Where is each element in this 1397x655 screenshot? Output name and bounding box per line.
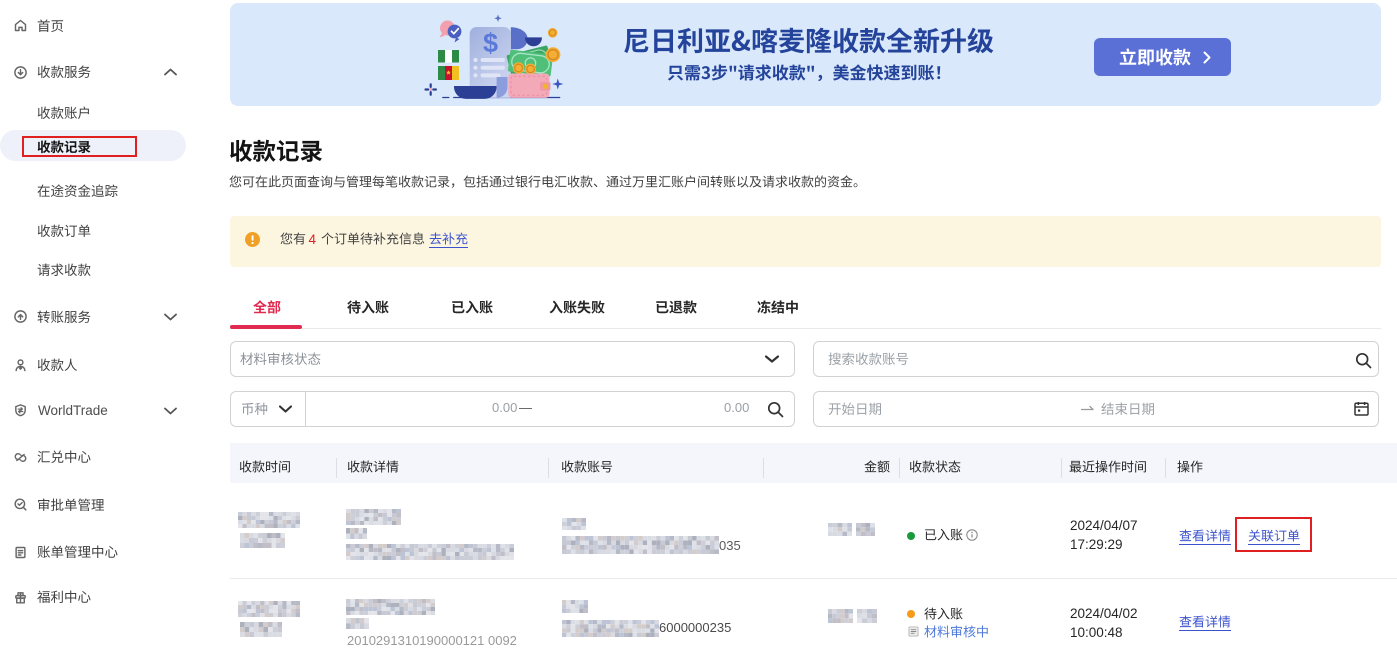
svg-text:$: $ xyxy=(483,28,498,58)
